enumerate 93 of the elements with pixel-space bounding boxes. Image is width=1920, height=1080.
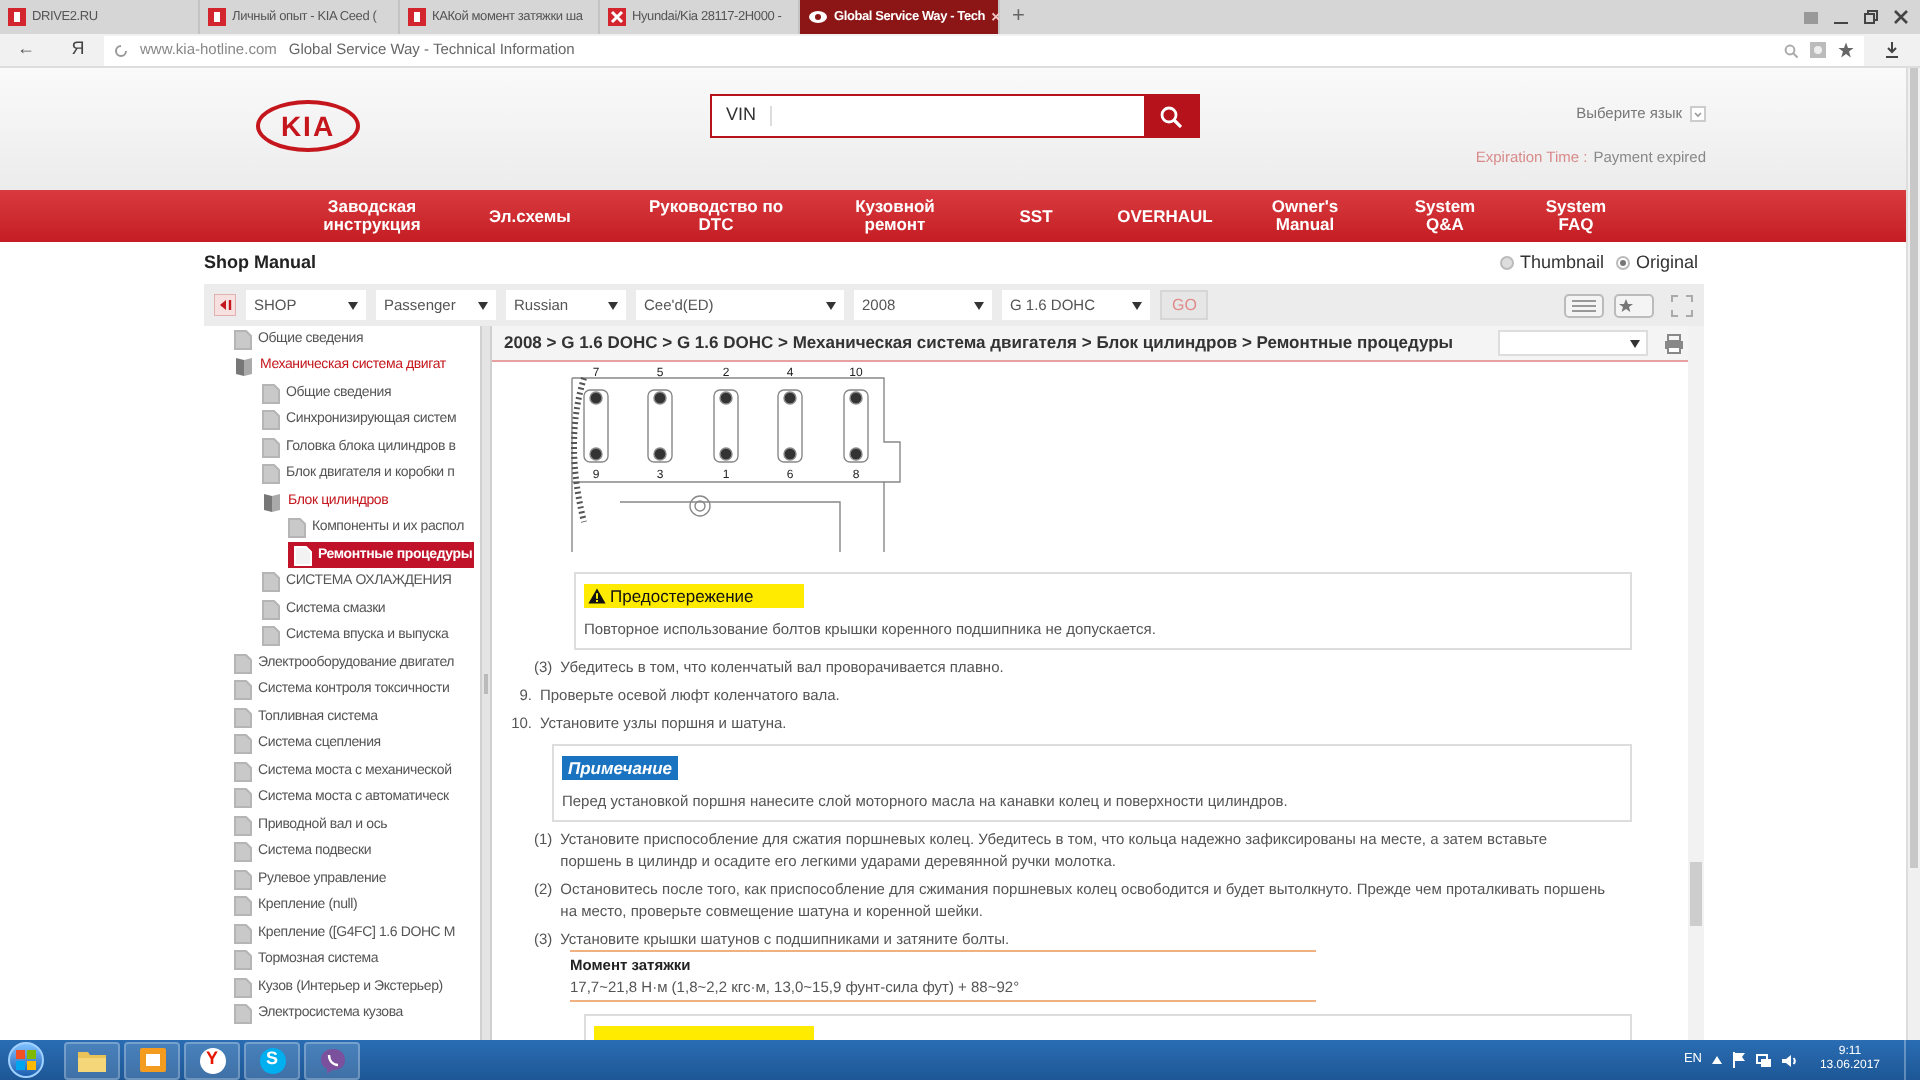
skype-icon: S (259, 1047, 285, 1073)
page-icon (234, 329, 252, 350)
note-badge: Примечание (562, 756, 679, 780)
windows-logo-icon (16, 1050, 36, 1070)
page-icon (262, 599, 280, 620)
page-icon (288, 518, 306, 539)
radio-label: Thumbnail (1519, 249, 1604, 276)
page-icon (262, 464, 280, 485)
mail-icon (139, 1048, 165, 1072)
open-book-icon (234, 356, 254, 377)
volume-icon[interactable] (1781, 1053, 1798, 1067)
menu-icon[interactable] (1804, 11, 1818, 23)
reload-icon[interactable] (114, 43, 128, 57)
page-icon (234, 761, 252, 782)
page-icon (294, 545, 312, 566)
start-button[interactable] (8, 1042, 44, 1078)
menu-item[interactable]: System FAQ (1512, 198, 1640, 234)
caret-icon (826, 301, 836, 309)
kia-logo[interactable]: KIA (256, 100, 360, 152)
page-icon (262, 572, 280, 593)
new-tab-button[interactable]: + (1000, 0, 1037, 34)
page-icon (234, 977, 252, 998)
caret-icon (974, 301, 984, 309)
network-icon[interactable] (1755, 1053, 1772, 1067)
page-icon (234, 788, 252, 809)
menu-item[interactable]: OVERHAUL (1098, 207, 1232, 225)
search-field[interactable]: VIN (710, 94, 1200, 138)
caret-icon (1132, 301, 1142, 309)
page-icon (234, 869, 252, 890)
page-icon (234, 896, 252, 917)
page-icon (234, 923, 252, 944)
caret-icon (478, 301, 488, 309)
taskbar-button[interactable]: Y (184, 1041, 240, 1079)
close-icon[interactable] (1894, 10, 1908, 24)
radio-label: Original (1635, 249, 1698, 276)
download-icon[interactable] (1884, 42, 1900, 58)
site-icon (608, 8, 626, 26)
open-book-icon (262, 491, 282, 512)
zoom-icon[interactable] (1784, 43, 1798, 57)
menu-item[interactable]: Кузовной ремонт (816, 198, 974, 234)
folder-icon (78, 1049, 106, 1071)
viber-icon (319, 1047, 345, 1073)
page-icon (234, 680, 252, 701)
taskbar-button[interactable] (304, 1041, 360, 1079)
printer-icon[interactable] (1664, 333, 1684, 353)
page-icon (262, 383, 280, 404)
favorite-icon[interactable] (1614, 293, 1654, 317)
eye-icon (808, 10, 828, 24)
list-view-icon[interactable] (1564, 293, 1604, 317)
star-icon[interactable] (1838, 42, 1854, 58)
radio-button[interactable] (1615, 256, 1630, 270)
tray-expand-icon[interactable] (1711, 1056, 1722, 1064)
taskbar-button[interactable] (124, 1041, 180, 1079)
warning-icon (588, 588, 606, 604)
fullscreen-icon[interactable] (1670, 293, 1694, 317)
caution-badge: Предостережение (584, 584, 804, 608)
caret-icon (348, 301, 358, 309)
site-icon (8, 8, 26, 26)
menu-item[interactable]: System Q&A (1378, 198, 1512, 234)
page-icon (262, 626, 280, 647)
page-icon (262, 437, 280, 458)
menu-item[interactable]: Руководство по DTC (616, 198, 816, 234)
collapse-icon[interactable] (214, 294, 236, 316)
back-button[interactable]: ← (0, 36, 52, 64)
taskbar-button[interactable] (64, 1041, 120, 1079)
content-scrollbar[interactable] (1688, 326, 1704, 1040)
page-icon (234, 815, 252, 836)
caret-icon (1630, 339, 1640, 347)
site-icon (408, 8, 426, 26)
yandex-button[interactable]: Я (52, 36, 104, 64)
page-icon (234, 1004, 252, 1025)
search-button[interactable] (1144, 96, 1198, 136)
menu-item[interactable]: Owner's Manual (1232, 198, 1378, 234)
site-icon (208, 8, 226, 26)
page-heading: Shop Manual (204, 249, 316, 276)
dropdown-icon[interactable] (1690, 105, 1706, 122)
breadcrumb: 2008 > G 1.6 DOHC > G 1.6 DOHC > Механическая система двигателя > Блок цилиндров > Ремонтные процедуры (504, 330, 1454, 356)
page-icon (262, 410, 280, 431)
flag-icon[interactable] (1731, 1052, 1746, 1068)
menu-item[interactable]: SST (974, 207, 1098, 225)
page-scrollbar[interactable] (1906, 68, 1920, 1040)
restore-icon[interactable] (1864, 10, 1878, 24)
radio-button[interactable] (1499, 256, 1514, 270)
menu-item[interactable]: Заводская инструкция (300, 198, 444, 234)
caret-icon (608, 301, 618, 309)
menu-item[interactable]: Эл.схемы (444, 207, 616, 225)
page-icon (234, 734, 252, 755)
page-icon (234, 842, 252, 863)
page-icon (234, 653, 252, 674)
yandex-icon: Y (199, 1047, 225, 1073)
search-icon (1160, 105, 1182, 127)
page-icon (234, 950, 252, 971)
page-icon (234, 707, 252, 728)
